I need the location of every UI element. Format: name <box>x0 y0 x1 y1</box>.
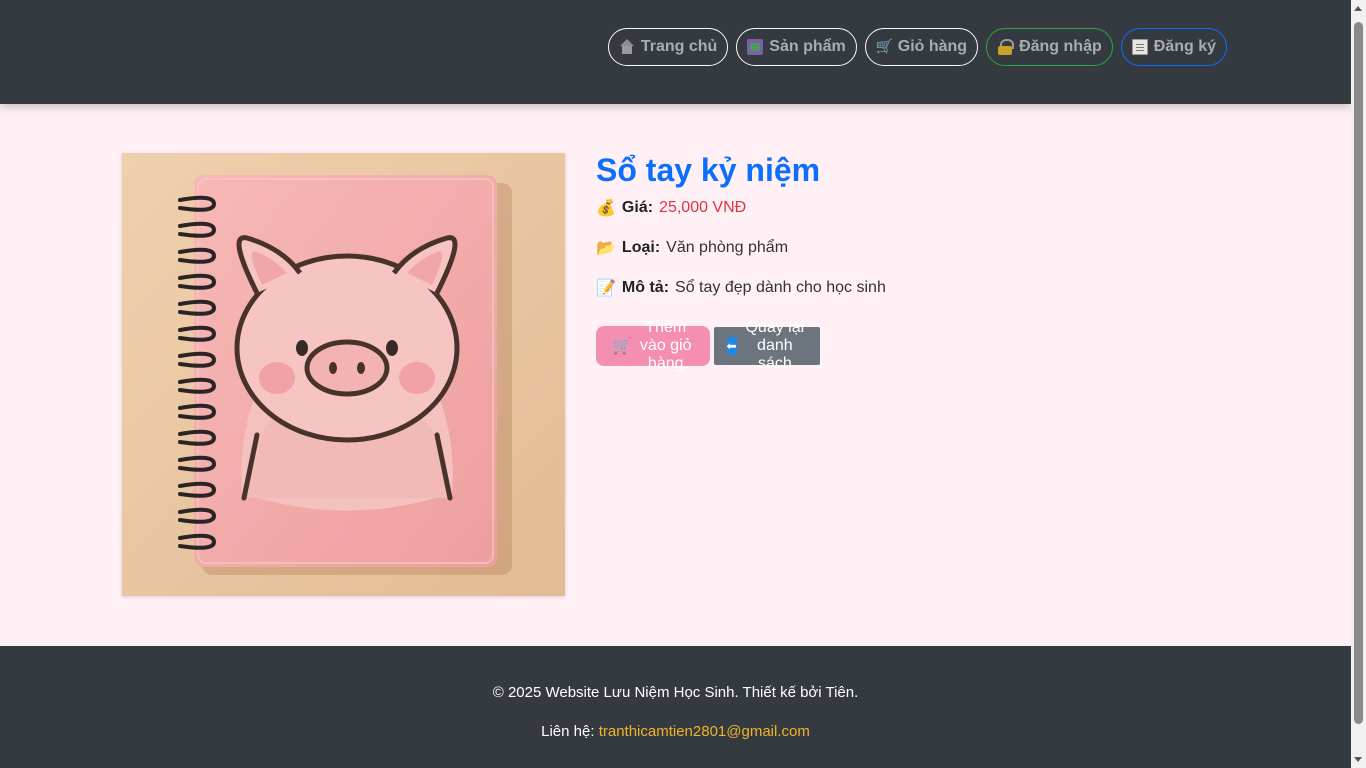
nav-home-label: Trang chủ <box>640 38 718 55</box>
home-icon <box>619 39 635 55</box>
nav-login-label: Đăng nhập <box>1019 38 1102 55</box>
scrollbar-thumb[interactable] <box>1354 22 1363 724</box>
site-header: Trang chủ Sản phẩm Giỏ hàng Đăng nhập Đă… <box>0 0 1351 104</box>
scroll-down-arrow-icon[interactable] <box>1354 757 1362 762</box>
lock-icon <box>997 39 1015 55</box>
memo-icon <box>1131 39 1148 55</box>
left-arrow-icon: ⬅ <box>726 337 737 355</box>
price-value: 25,000 VNĐ <box>659 199 747 216</box>
page: Trang chủ Sản phẩm Giỏ hàng Đăng nhập Đă… <box>0 0 1351 768</box>
main-nav: Trang chủ Sản phẩm Giỏ hàng Đăng nhập Đă… <box>607 28 1227 66</box>
description-label: Mô tả: <box>621 279 670 296</box>
folder-icon: 📂 <box>596 240 616 257</box>
add-to-cart-button[interactable]: 🛒 Thêm vào giỏ hàng <box>596 319 710 372</box>
cart-icon <box>876 38 893 55</box>
nav-products-label: Sản phẩm <box>769 38 846 55</box>
description-row: 📝 Mô tả: Sổ tay đẹp dành cho học sinh <box>596 278 886 298</box>
scroll-up-arrow-icon[interactable] <box>1354 6 1362 11</box>
product-title: Sổ tay kỷ niệm <box>596 152 821 188</box>
memo-icon: 📝 <box>596 280 616 297</box>
nav-login-button[interactable]: Đăng nhập <box>986 28 1113 66</box>
product-actions: 🛒 Thêm vào giỏ hàng ⬅ Quay lại danh sách <box>596 319 821 372</box>
nav-cart-label: Giỏ hàng <box>897 38 968 55</box>
nav-register-button[interactable]: Đăng ký <box>1120 28 1227 66</box>
contact-email-link[interactable]: tranthicamtien2801@gmail.com <box>599 723 810 740</box>
contact-label: Liên hệ: <box>541 723 595 740</box>
description-value: Sổ tay đẹp dành cho học sinh <box>675 279 886 296</box>
price-row: 💰 Giá: 25,000 VNĐ <box>596 198 746 218</box>
money-bag-icon: 💰 <box>596 200 616 217</box>
site-footer: © 2025 Website Lưu Niệm Học Sinh. Thiết … <box>0 646 1351 768</box>
nav-products-button[interactable]: Sản phẩm <box>736 28 857 66</box>
product-image <box>122 153 565 596</box>
price-label: Giá: <box>621 199 654 216</box>
vertical-scrollbar[interactable] <box>1351 0 1366 768</box>
product-info: Sổ tay kỷ niệm 💰 Giá: 25,000 VNĐ 📂 Loại:… <box>596 152 886 372</box>
copyright-text: © 2025 Website Lưu Niệm Học Sinh. Thiết … <box>492 684 859 701</box>
category-value: Văn phòng phẩm <box>666 239 789 256</box>
cart-icon: 🛒 <box>612 338 632 355</box>
category-row: 📂 Loại: Văn phòng phẩm <box>596 238 788 258</box>
nav-home-button[interactable]: Trang chủ <box>607 28 729 66</box>
shopping-bag-icon <box>747 39 764 55</box>
back-to-list-button[interactable]: ⬅ Quay lại danh sách <box>713 319 821 372</box>
add-to-cart-label: Thêm vào giỏ hàng <box>639 319 692 372</box>
contact-line: Liên hệ: tranthicamtien2801@gmail.com <box>0 723 1351 740</box>
category-label: Loại: <box>621 239 661 256</box>
nav-register-label: Đăng ký <box>1153 38 1216 55</box>
back-to-list-label: Quay lại danh sách <box>745 319 805 372</box>
nav-cart-button[interactable]: Giỏ hàng <box>864 28 979 66</box>
pig-notebook-illustration <box>122 153 565 596</box>
